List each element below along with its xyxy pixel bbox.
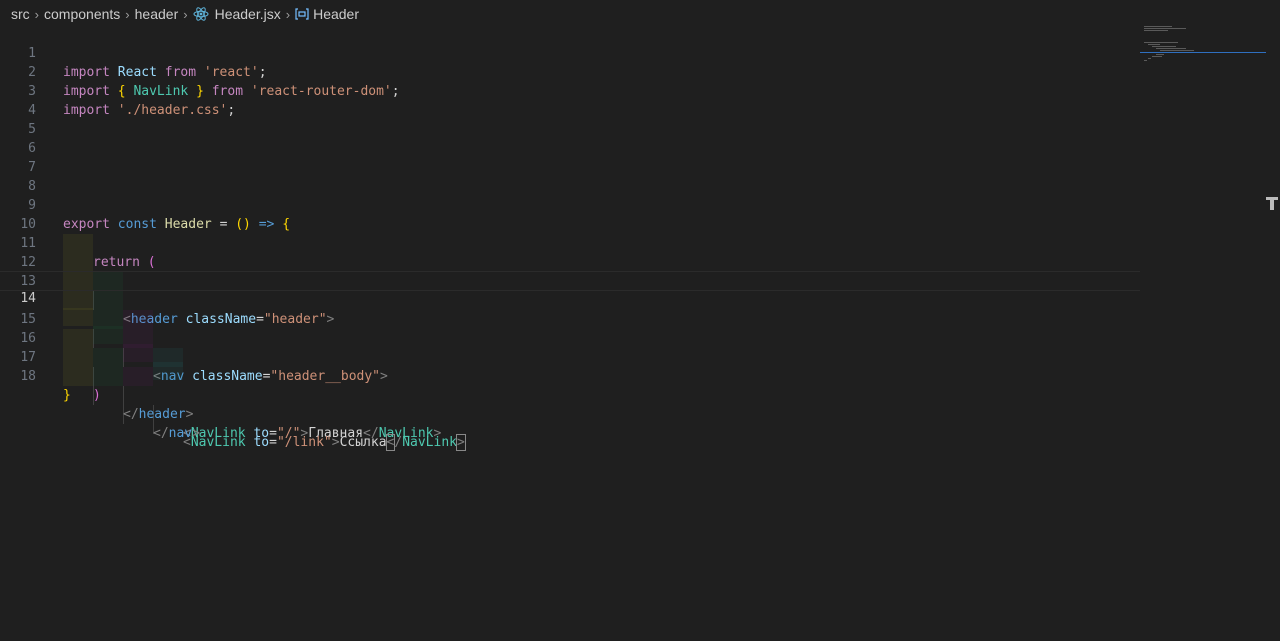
- chevron-right-icon: ›: [285, 6, 291, 22]
- matched-bracket: >: [456, 434, 466, 451]
- minimap-line: [1160, 50, 1194, 51]
- code-line[interactable]: 12 <nav className="header__body">: [0, 234, 1140, 384]
- token-tag: header: [138, 407, 186, 422]
- minimap-line: [1148, 44, 1160, 45]
- minimap-line: [1152, 46, 1176, 47]
- code-line[interactable]: 18 }: [0, 348, 1140, 403]
- token-bracket: }: [63, 388, 71, 403]
- token-angle: >: [192, 426, 200, 441]
- chevron-right-icon: ›: [183, 6, 188, 22]
- minimap-line: [1144, 60, 1147, 61]
- code-line[interactable]: 4: [0, 82, 1140, 118]
- breadcrumb-item-file[interactable]: Header.jsx: [193, 6, 281, 22]
- token-angle: >: [185, 407, 194, 422]
- code-line[interactable]: 9 export const Header = () => {: [0, 177, 1140, 232]
- indent-band: [123, 367, 153, 386]
- breadcrumb-item-components[interactable]: components: [44, 6, 120, 22]
- token-bracket: ): [93, 388, 101, 403]
- react-icon: [193, 6, 209, 22]
- token-angle: /: [394, 435, 403, 450]
- overview-ruler-cursor-icon: [1266, 196, 1278, 210]
- token-operator: =: [269, 435, 277, 450]
- token-tag: nav: [168, 426, 193, 441]
- chevron-right-icon: ›: [34, 6, 40, 22]
- code-line[interactable]: 3 import './header.css';: [0, 63, 1140, 118]
- breadcrumb-file-label: Header.jsx: [214, 6, 281, 22]
- token-angle: >: [380, 369, 388, 384]
- token-string: "/link": [276, 435, 332, 450]
- indent-band: [93, 367, 123, 386]
- breadcrumb-item-symbol[interactable]: Header: [295, 6, 359, 22]
- indent-band: [63, 367, 93, 386]
- minimap-line: [1156, 54, 1164, 55]
- code-line[interactable]: 17 ): [0, 329, 1140, 403]
- code-line[interactable]: 6: [0, 120, 1140, 156]
- minimap-line: [1144, 30, 1168, 31]
- token-component: NavLink: [402, 435, 457, 450]
- token-attribute: to: [253, 435, 270, 450]
- minimap-line: [1152, 56, 1162, 57]
- code-line[interactable]: 15 </nav>: [0, 291, 1140, 441]
- code-line[interactable]: 8: [0, 158, 1140, 194]
- symbol-variable-icon: [295, 8, 309, 20]
- code-line[interactable]: 11 <header className="header">: [0, 215, 1140, 327]
- code-line[interactable]: 10 return (: [0, 196, 1140, 270]
- minimap-line: [1144, 28, 1186, 29]
- breadcrumb-item-header-folder[interactable]: header: [135, 6, 179, 22]
- token-text: Ссылка: [339, 435, 387, 450]
- token-attribute: className: [192, 369, 263, 384]
- code-line[interactable]: 2 import { NavLink } from 'react-router-…: [0, 44, 1140, 99]
- code-line[interactable]: 7: [0, 139, 1140, 175]
- token-angle: >: [331, 435, 340, 450]
- breadcrumb-symbol-label: Header: [313, 6, 359, 22]
- code-line-current[interactable]: 14 <NavLink to="/link">Ссылка</NavLink>: [0, 271, 1140, 451]
- minimap[interactable]: [1140, 20, 1268, 70]
- code-line[interactable]: 13 <NavLink to="/">Главная</NavLink>: [0, 253, 1140, 441]
- token-string: "header__body": [270, 369, 380, 384]
- token-angle: </: [153, 426, 169, 441]
- line-number: 18: [20, 369, 36, 384]
- minimap-line: [1156, 48, 1186, 49]
- breadcrumb: src › components › header › Header.jsx ›: [0, 0, 1140, 28]
- chevron-right-icon: ›: [125, 6, 130, 22]
- minimap-line: [1144, 42, 1178, 43]
- code-line[interactable]: 5: [0, 101, 1140, 137]
- token-angle: </: [123, 407, 139, 422]
- minimap-line: [1144, 26, 1172, 27]
- breadcrumb-item-src[interactable]: src: [11, 6, 30, 22]
- minimap-current-line: [1140, 52, 1266, 53]
- minimap-line: [1148, 58, 1151, 59]
- code-line[interactable]: 1 import React from 'react';: [0, 25, 1140, 80]
- code-editor[interactable]: 1 import React from 'react'; 2 import { …: [0, 25, 1140, 641]
- code-line[interactable]: 16 </header>: [0, 310, 1140, 422]
